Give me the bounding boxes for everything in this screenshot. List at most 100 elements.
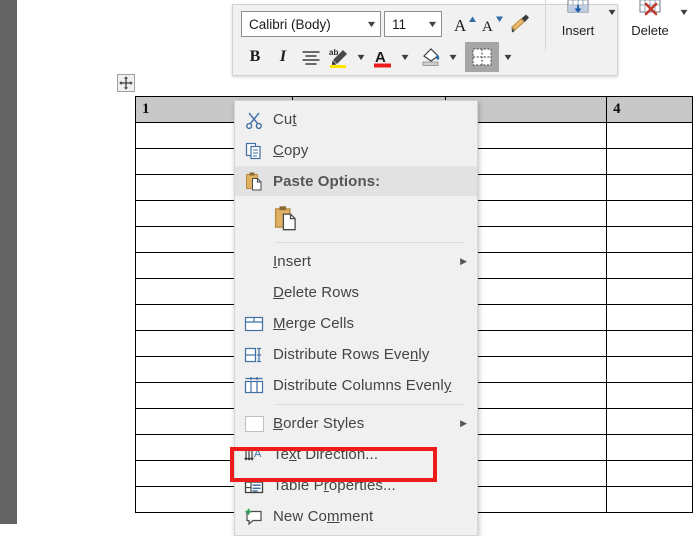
table-cell[interactable] [607, 461, 693, 487]
menu-item-paste-gallery[interactable] [235, 196, 477, 239]
font-color-button[interactable]: A [369, 44, 397, 70]
table-cell[interactable] [607, 305, 693, 331]
table-cell[interactable] [607, 123, 693, 149]
grow-font-button[interactable]: A [451, 11, 479, 37]
svg-text:A: A [454, 16, 467, 35]
font-color-chevron-down-icon[interactable]: ▼ [395, 44, 416, 70]
paste-keep-source-icon [273, 204, 299, 232]
document-canvas: 1234 Calibri (Body) ▼ 11 ▼ A A [0, 0, 693, 524]
menu-item-text-direction[interactable]: A Text Direction... [235, 439, 477, 470]
menu-item-label: Text Direction... [273, 446, 378, 463]
text-direction-icon: A [244, 445, 264, 465]
paste-icon [235, 171, 273, 191]
menu-item-merge-cells[interactable]: Merge Cells [235, 308, 477, 339]
align-center-button[interactable] [297, 44, 325, 70]
text-direction-icon: A [235, 445, 273, 465]
distribute-rows-icon [235, 345, 273, 365]
paste-keep-source-icon [267, 204, 305, 232]
context-menu[interactable]: CutCopyPaste Options:Insert▶Delete RowsM… [234, 100, 478, 536]
menu-item-delete-rows[interactable]: Delete Rows [235, 277, 477, 308]
menu-item-copy[interactable]: Copy [235, 135, 477, 166]
format-painter-icon [509, 13, 533, 35]
table-properties-icon [244, 476, 264, 496]
menu-item-cut[interactable]: Cut [235, 104, 477, 135]
menu-item-table-properties[interactable]: Table Properties... [235, 470, 477, 501]
menu-item-insert[interactable]: Insert▶ [235, 246, 477, 277]
svg-text:A: A [482, 19, 493, 35]
grow-font-icon: A [453, 13, 477, 35]
merge-cells-icon [244, 314, 264, 334]
chevron-down-icon[interactable]: ▼ [427, 19, 439, 29]
menu-item-label: Table Properties... [273, 477, 396, 494]
font-size-combobox[interactable]: 11 ▼ [384, 11, 442, 37]
table-cell[interactable] [607, 253, 693, 279]
menu-item-new-comment[interactable]: New Comment [235, 501, 477, 532]
table-cell[interactable]: 4 [607, 97, 693, 123]
table-cell[interactable] [607, 357, 693, 383]
font-name-value: Calibri (Body) [249, 17, 331, 32]
menu-item-label: Border Styles [273, 415, 364, 432]
format-painter-button[interactable] [507, 11, 535, 37]
submenu-arrow-icon: ▶ [460, 418, 467, 429]
menu-item-border-styles[interactable]: Border Styles ▶ [235, 408, 477, 439]
table-cell[interactable] [607, 435, 693, 461]
font-color-icon: A [371, 46, 395, 68]
paste-icon [244, 171, 264, 191]
menu-item-paste-options[interactable]: Paste Options: [235, 166, 477, 196]
menu-item-distribute-rows-evenly[interactable]: Distribute Rows Evenly [235, 339, 477, 370]
distribute-rows-icon [244, 345, 264, 365]
font-name-combobox[interactable]: Calibri (Body) ▼ [241, 11, 381, 37]
font-size-value: 11 [392, 17, 406, 32]
table-cell[interactable] [607, 149, 693, 175]
copy-icon [235, 141, 273, 161]
borders-button[interactable] [465, 42, 499, 72]
italic-button[interactable]: I [269, 44, 297, 70]
table-move-handle-icon[interactable] [117, 74, 135, 92]
menu-item-label: Copy [273, 142, 308, 159]
shrink-font-icon: A [481, 13, 505, 35]
borders-icon [471, 47, 493, 67]
menu-item-label: Merge Cells [273, 315, 354, 332]
bold-button[interactable]: B [241, 44, 269, 70]
menu-item-label: Paste Options: [273, 173, 380, 190]
bold-icon: B [250, 48, 261, 66]
menu-item-label: Distribute Columns Evenly [273, 377, 451, 394]
table-cell[interactable] [607, 487, 693, 513]
text-highlight-button[interactable]: ab [325, 44, 353, 70]
menu-item-label: Insert [273, 253, 311, 270]
menu-item-label: Cut [273, 111, 297, 128]
borders-chevron-down-icon[interactable]: ▼ [496, 44, 519, 70]
shrink-font-button[interactable]: A [479, 11, 507, 37]
insert-chevron-down-icon[interactable]: ▼ [602, 0, 623, 25]
menu-item-label: New Comment [273, 508, 373, 525]
table-cell[interactable] [607, 175, 693, 201]
insert-button[interactable]: Insert [552, 0, 604, 55]
floating-mini-toolbar[interactable]: Calibri (Body) ▼ 11 ▼ A A [232, 4, 618, 76]
shading-icon [419, 46, 443, 68]
table-cell[interactable] [607, 279, 693, 305]
scissors-icon [244, 110, 264, 130]
text-highlight-icon: ab [327, 46, 351, 68]
table-cell[interactable] [607, 409, 693, 435]
menu-item-label: Distribute Rows Evenly [273, 346, 429, 363]
shading-button[interactable] [417, 44, 445, 70]
table-cell[interactable] [607, 331, 693, 357]
table-cell[interactable] [607, 201, 693, 227]
delete-chevron-down-icon[interactable]: ▼ [674, 0, 693, 25]
menu-divider [275, 404, 465, 405]
table-properties-icon [235, 476, 273, 496]
italic-icon: I [280, 48, 286, 66]
delete-label: Delete [631, 23, 669, 38]
table-cell[interactable] [607, 227, 693, 253]
menu-item-distribute-columns-evenly[interactable]: Distribute Columns Evenly [235, 370, 477, 401]
merge-cells-icon [235, 314, 273, 334]
chevron-down-icon[interactable]: ▼ [366, 19, 378, 29]
delete-button[interactable]: Delete [624, 0, 676, 55]
delete-table-icon [637, 0, 663, 17]
distribute-columns-icon [235, 376, 273, 396]
shading-chevron-down-icon[interactable]: ▼ [443, 44, 464, 70]
table-cell[interactable] [607, 383, 693, 409]
insert-table-icon [565, 0, 591, 17]
align-center-icon [301, 48, 321, 66]
svg-text:A: A [375, 49, 386, 66]
